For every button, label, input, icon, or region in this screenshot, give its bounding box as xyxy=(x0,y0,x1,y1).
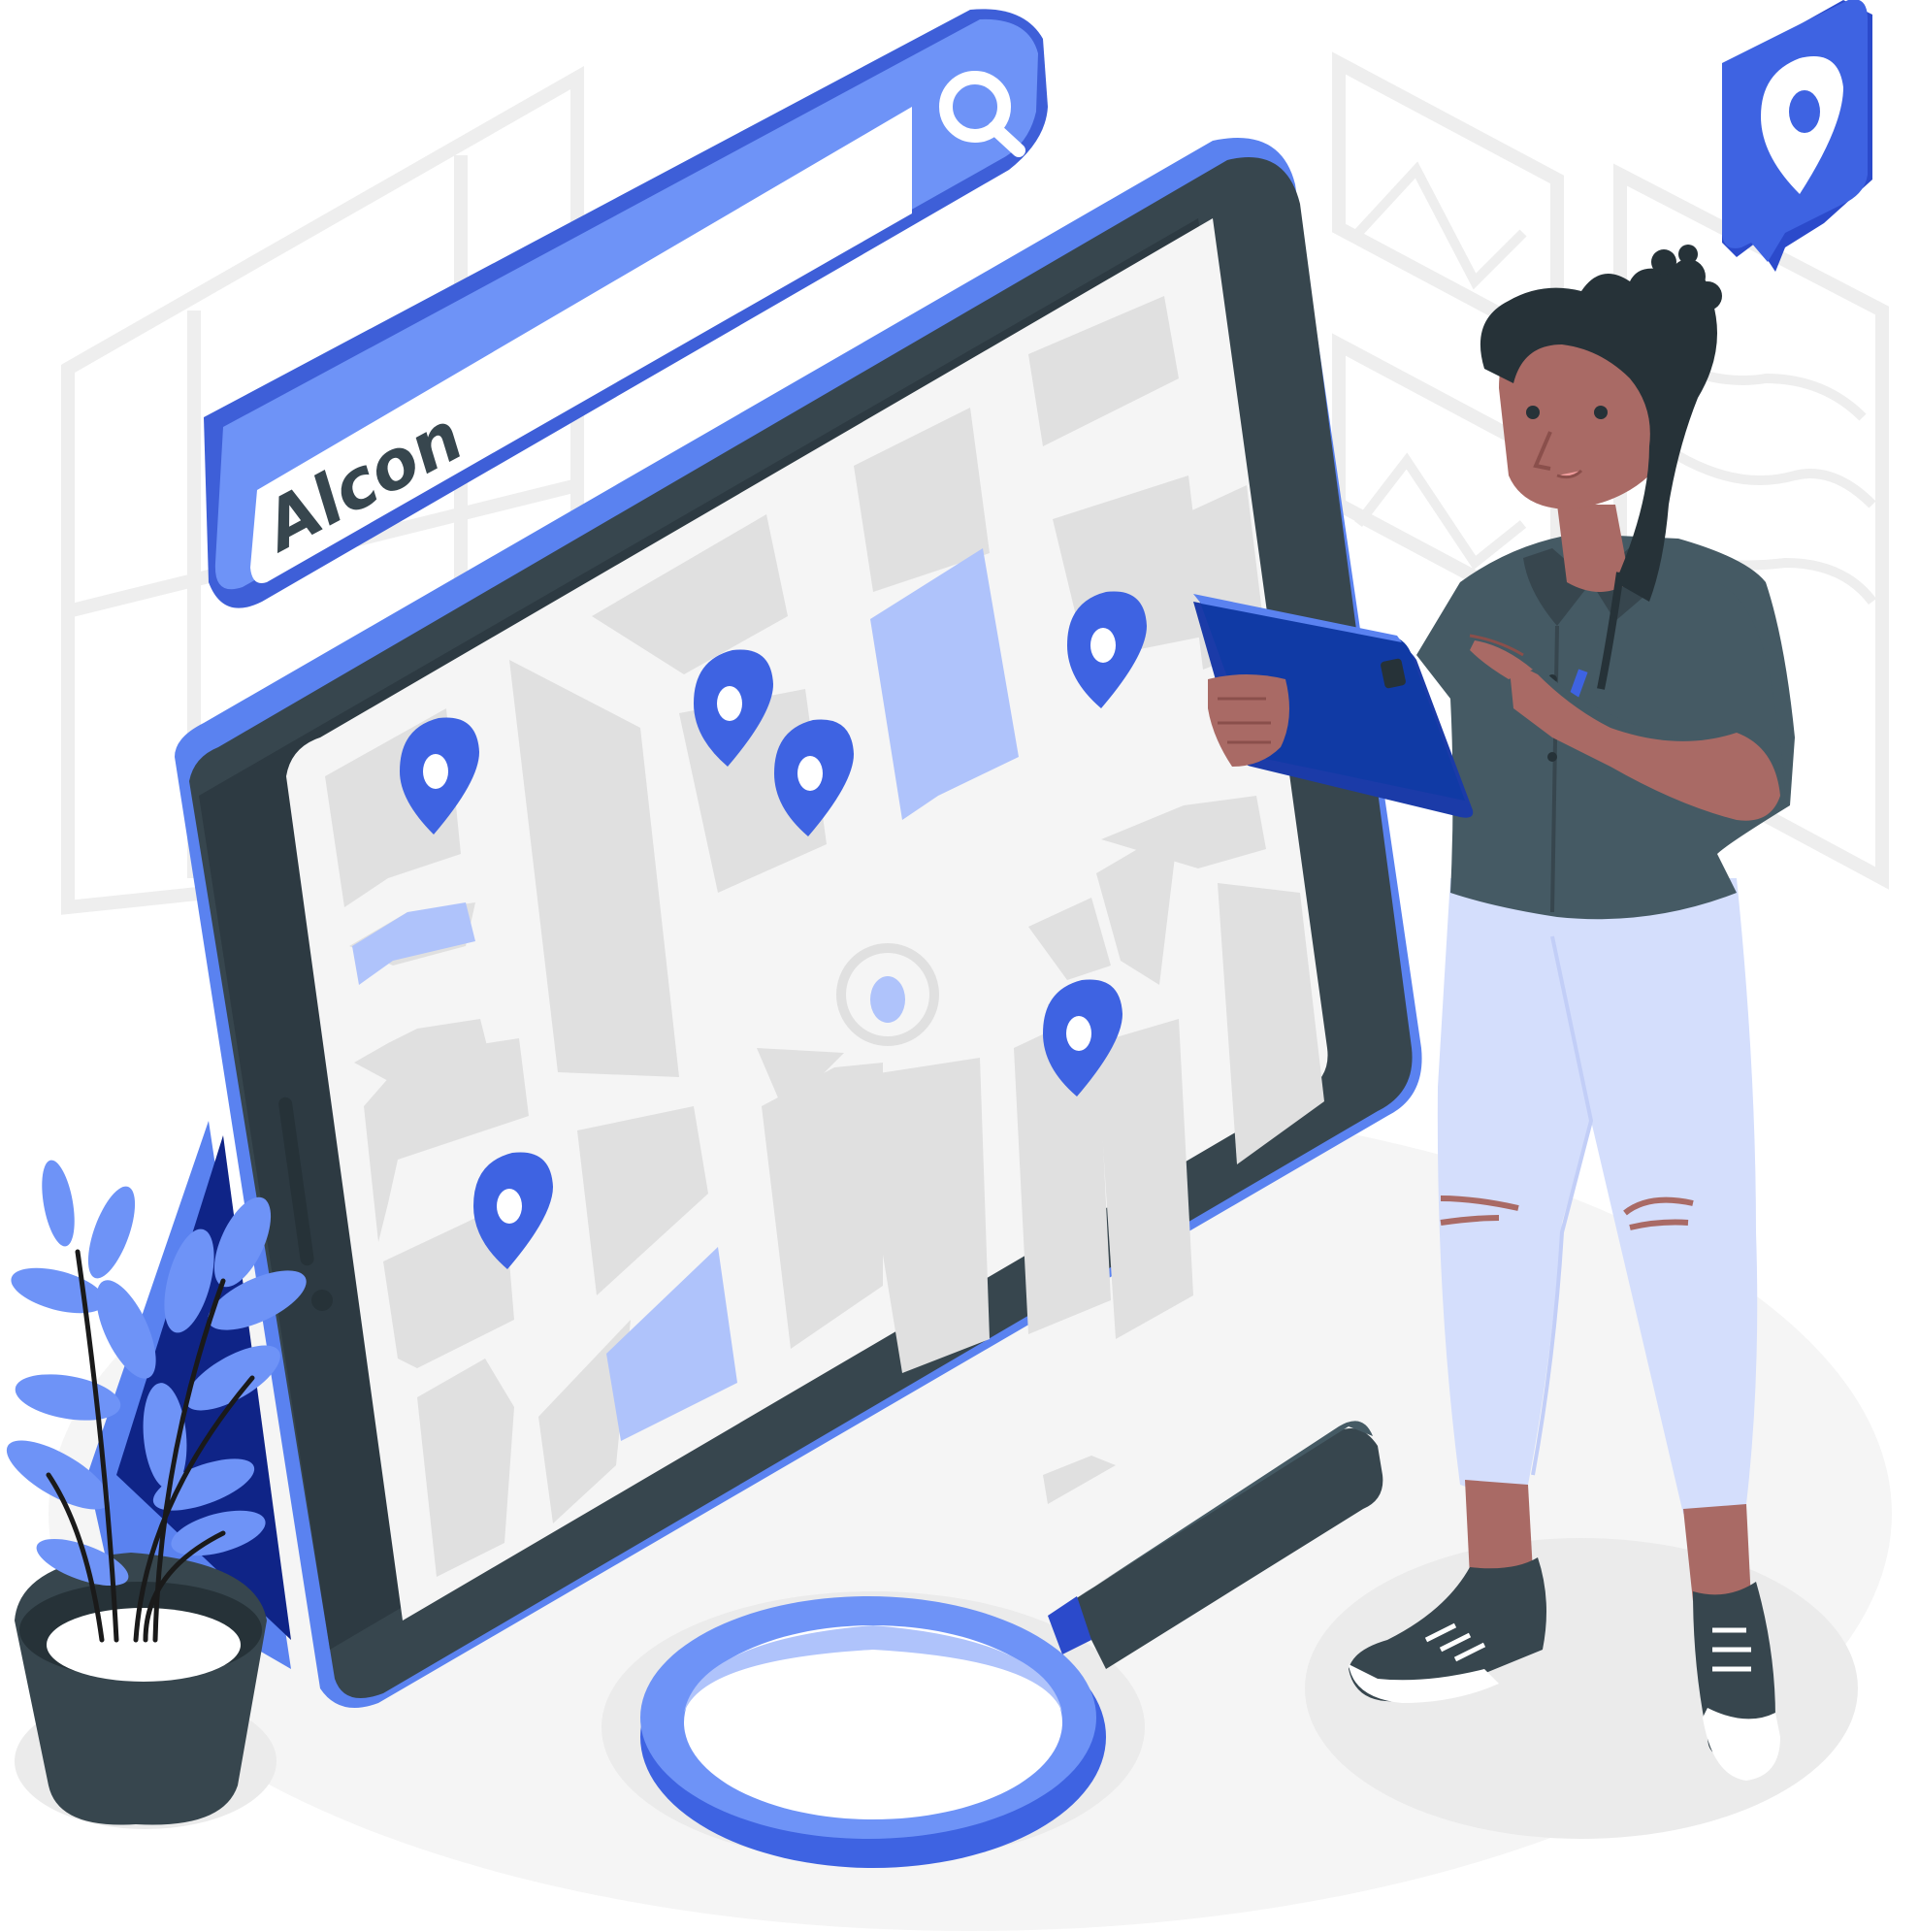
floating-pin-badge xyxy=(1722,0,1872,272)
illustration-scene: Alcon xyxy=(6,0,1892,1931)
roundabout xyxy=(836,943,939,1046)
tablet-camera xyxy=(311,1290,333,1311)
